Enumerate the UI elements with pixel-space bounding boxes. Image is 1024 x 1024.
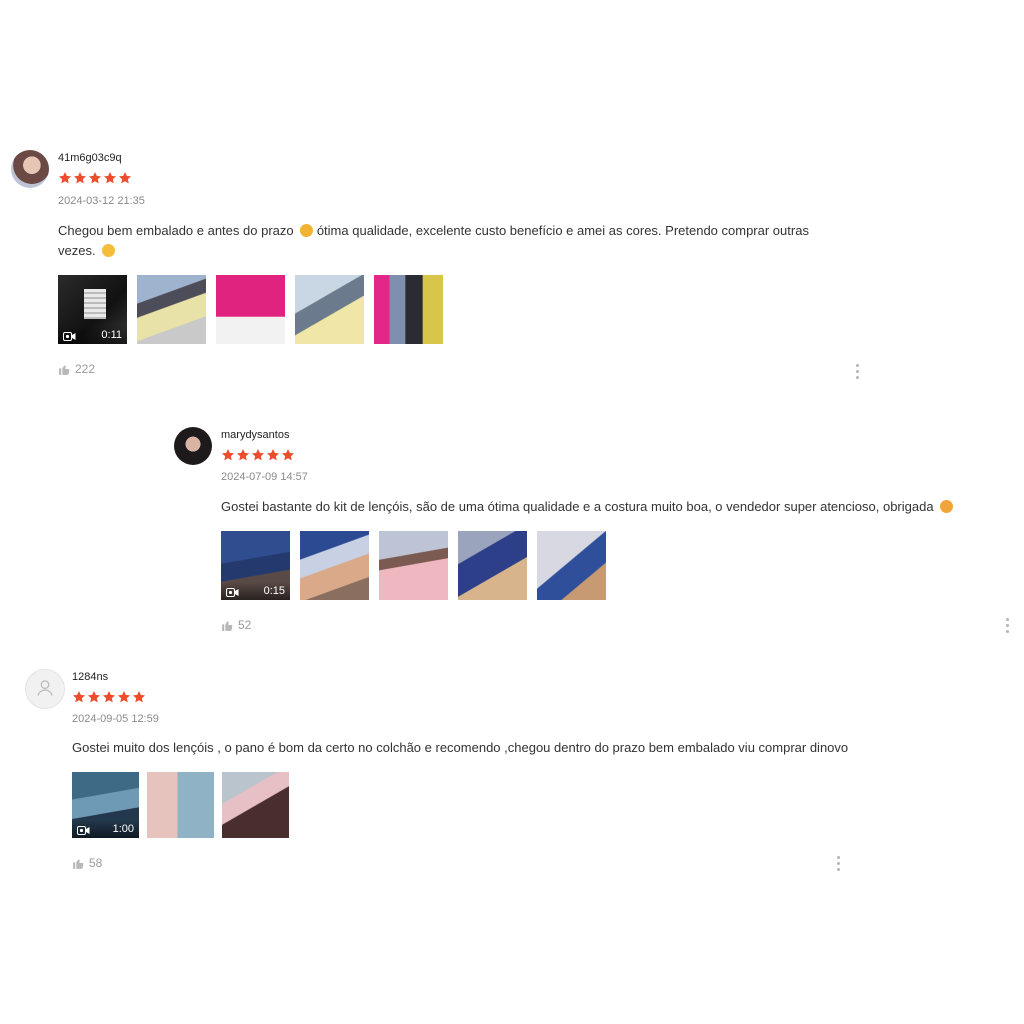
- review-text-part: vezes.: [58, 243, 100, 258]
- avatar[interactable]: [11, 150, 49, 188]
- clapping-emoji-icon: [300, 224, 314, 237]
- thumbs-up-icon: [73, 858, 84, 869]
- review-date: 2024-07-09 14:57: [221, 471, 308, 483]
- star-icon: [236, 449, 250, 461]
- video-camera-icon: [63, 332, 76, 341]
- video-duration: 0:11: [101, 329, 122, 341]
- like-count: 58: [89, 856, 103, 870]
- star-rating: [221, 448, 295, 462]
- avatar[interactable]: [25, 669, 65, 709]
- review-photo[interactable]: [222, 772, 289, 838]
- star-icon: [281, 449, 295, 461]
- review-text-part: ótima qualidade, excelente custo benefíc…: [313, 223, 809, 238]
- star-icon: [117, 691, 131, 703]
- star-icon: [102, 691, 116, 703]
- star-icon: [103, 172, 117, 184]
- thumbs-up-icon: [222, 620, 233, 631]
- star-icon: [58, 172, 72, 184]
- review-date: 2024-09-05 12:59: [72, 713, 159, 725]
- video-thumbnail[interactable]: 0:11: [58, 275, 127, 344]
- review-media: 1:00: [72, 772, 289, 838]
- star-icon: [221, 449, 235, 461]
- video-camera-icon: [226, 588, 239, 597]
- review-photo[interactable]: [537, 531, 606, 600]
- star-icon: [73, 172, 87, 184]
- review-photo[interactable]: [374, 275, 443, 344]
- like-button[interactable]: 52: [221, 618, 251, 632]
- video-overlay: 1:00: [72, 820, 139, 838]
- review-photo[interactable]: [379, 531, 448, 600]
- username: marydysantos: [221, 429, 290, 441]
- review-photo[interactable]: [458, 531, 527, 600]
- star-icon: [251, 449, 265, 461]
- review-photo[interactable]: [295, 275, 364, 344]
- review-text-part: Gostei bastante do kit de lençóis, são d…: [221, 499, 938, 514]
- review-card-3: 1284ns 2024-09-05 12:59 Gostei muito dos…: [25, 669, 855, 879]
- video-thumbnail[interactable]: 0:15: [221, 531, 290, 600]
- thumbs-up-icon: [59, 364, 70, 375]
- review-photo[interactable]: [300, 531, 369, 600]
- video-duration: 0:15: [263, 585, 285, 597]
- review-date: 2024-03-12 21:35: [58, 195, 145, 207]
- star-icon: [118, 172, 132, 184]
- review-card-2: marydysantos 2024-07-09 14:57 Gostei bas…: [174, 427, 1019, 637]
- smiling-emoji-icon: [940, 500, 954, 513]
- more-options-icon[interactable]: [856, 364, 860, 380]
- review-photo[interactable]: [137, 275, 206, 344]
- star-icon: [72, 691, 86, 703]
- user-placeholder-icon: [37, 680, 53, 696]
- more-options-icon[interactable]: [1006, 618, 1010, 634]
- star-icon: [88, 172, 102, 184]
- star-icon: [132, 691, 146, 703]
- review-text: Gostei bastante do kit de lençóis, são d…: [221, 497, 1011, 517]
- username: 41m6g03c9q: [58, 152, 122, 164]
- avatar[interactable]: [174, 427, 212, 465]
- more-options-icon[interactable]: [837, 856, 841, 872]
- video-duration: 1:00: [112, 823, 134, 835]
- video-thumbnail[interactable]: 1:00: [72, 772, 139, 838]
- review-media: 0:11: [58, 275, 443, 344]
- like-button[interactable]: 222: [58, 362, 95, 376]
- like-count: 222: [75, 362, 96, 376]
- review-text: Chegou bem embalado e antes do prazo óti…: [58, 221, 858, 261]
- star-rating: [72, 690, 146, 704]
- star-icon: [87, 691, 101, 703]
- like-count: 52: [238, 618, 252, 632]
- like-button[interactable]: 58: [72, 856, 102, 870]
- review-photo[interactable]: [216, 275, 285, 344]
- review-text: Gostei muito dos lençóis , o pano é bom …: [72, 740, 849, 755]
- hands-emoji-icon: [102, 244, 116, 257]
- video-overlay: 0:15: [221, 582, 290, 600]
- star-icon: [266, 449, 280, 461]
- review-card-1: 41m6g03c9q 2024-03-12 21:35 Chegou bem e…: [11, 150, 881, 380]
- username: 1284ns: [72, 671, 109, 683]
- video-overlay: 0:11: [58, 326, 127, 344]
- star-rating: [58, 171, 132, 185]
- review-media: 0:15: [221, 531, 606, 600]
- review-photo[interactable]: [147, 772, 214, 838]
- review-text-part: Chegou bem embalado e antes do prazo: [58, 223, 298, 238]
- video-camera-icon: [77, 826, 90, 835]
